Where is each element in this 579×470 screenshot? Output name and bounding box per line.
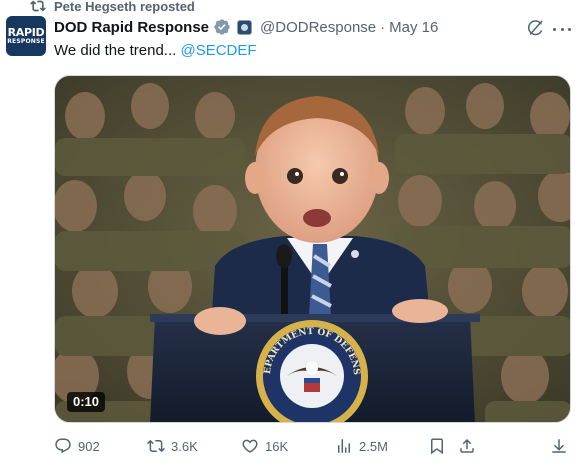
author-name[interactable]: DOD Rapid Response xyxy=(54,19,209,36)
tweet-body: We did the trend... xyxy=(54,42,177,59)
repost-label: Pete Hegseth reposted xyxy=(54,0,195,14)
repost-indicator[interactable]: Pete Hegseth reposted xyxy=(30,0,195,14)
mention-link[interactable]: @SECDEF xyxy=(180,42,256,59)
repost-count: 3.6K xyxy=(171,438,198,454)
views-count: 2.5M xyxy=(359,438,388,454)
affiliation-badge-icon[interactable] xyxy=(237,19,253,35)
repost-button[interactable]: 3.6K xyxy=(147,436,198,456)
avatar-text-bottom: RESPONSE xyxy=(7,37,45,45)
download-icon[interactable] xyxy=(550,437,568,455)
views-icon xyxy=(338,439,350,453)
tweet-actions: 902 3.6K 16K 2.5M xyxy=(54,436,574,458)
like-button[interactable]: 16K xyxy=(241,436,288,456)
separator-dot: · xyxy=(380,18,386,36)
more-options-icon[interactable] xyxy=(553,21,571,37)
tweet-text: We did the trend... @SECDEF xyxy=(54,42,257,59)
author-handle[interactable]: @DODResponse xyxy=(260,19,376,36)
video-duration: 0:10 xyxy=(67,392,106,412)
like-count: 16K xyxy=(265,438,289,454)
verified-badge-icon[interactable] xyxy=(213,18,231,36)
reply-button[interactable]: 902 xyxy=(54,436,100,456)
tweet-date[interactable]: May 16 xyxy=(389,19,438,36)
video-player[interactable]: DEPARTMENT OF DEFENSE 0:10 xyxy=(54,75,571,423)
grok-icon[interactable] xyxy=(526,19,544,37)
reply-count: 902 xyxy=(78,438,100,454)
tweet-header: DOD Rapid Response @DODResponse · May 16 xyxy=(54,17,438,37)
avatar-text-top: RAPID xyxy=(7,25,45,39)
bookmark-icon[interactable] xyxy=(428,437,446,455)
avatar[interactable]: RAPID RESPONSE xyxy=(6,16,46,56)
reply-icon xyxy=(55,438,71,454)
share-icon[interactable] xyxy=(458,437,476,455)
views-button[interactable]: 2.5M xyxy=(335,436,388,456)
heart-icon xyxy=(242,439,258,453)
video-thumbnail: DEPARTMENT OF DEFENSE xyxy=(55,76,570,422)
repost-icon xyxy=(30,0,46,12)
repost-icon xyxy=(147,439,165,453)
